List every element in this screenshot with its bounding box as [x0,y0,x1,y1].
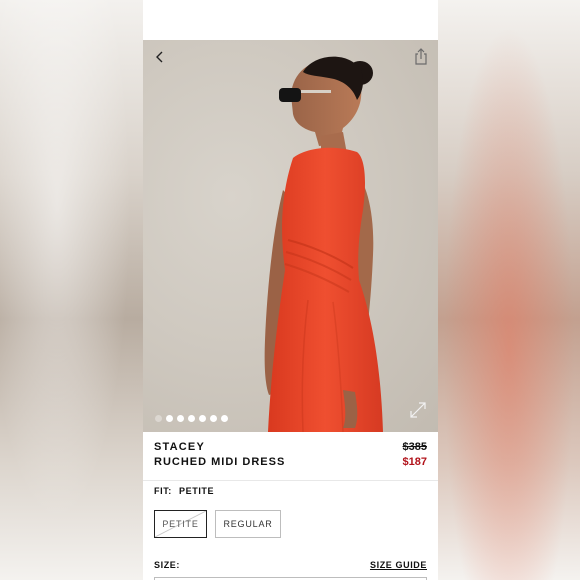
fit-label: FIT: [154,486,172,496]
expand-icon [410,402,426,418]
fit-option-petite[interactable]: PETITE [154,510,207,538]
chevron-left-icon [156,51,163,63]
expand-image-button[interactable] [408,400,428,420]
product-image-gallery[interactable] [143,40,438,432]
pagination-dot[interactable] [177,415,184,422]
product-info: STACEY RUCHED MIDI DRESS $385 $187 FIT: … [143,432,438,580]
product-brand: STACEY [154,441,206,453]
gallery-pagination [155,415,228,422]
size-guide-link[interactable]: SIZE GUIDE [370,560,427,570]
product-page: STACEY RUCHED MIDI DRESS $385 $187 FIT: … [143,0,438,580]
size-label: SIZE: [154,560,181,570]
fit-option-label: PETITE [162,519,199,529]
background-blur-left [0,0,143,580]
product-photo [264,56,383,432]
back-button[interactable] [151,48,169,66]
divider [143,480,438,481]
fit-label-row: FIT: PETITE [154,486,214,496]
pagination-dot[interactable] [166,415,173,422]
fit-option-label: REGULAR [223,519,273,529]
background-blur-right [438,0,580,580]
share-button[interactable] [412,47,430,67]
pagination-dot[interactable] [210,415,217,422]
product-name: RUCHED MIDI DRESS [154,456,286,468]
pagination-dot[interactable] [199,415,206,422]
fit-selected-value: PETITE [179,486,215,496]
sale-price: $187 [402,456,427,468]
fit-option-regular[interactable]: REGULAR [215,510,281,538]
original-price: $385 [402,441,427,453]
pagination-dot[interactable] [221,415,228,422]
share-icon [415,48,427,65]
pagination-dot[interactable] [155,415,162,422]
pagination-dot[interactable] [188,415,195,422]
